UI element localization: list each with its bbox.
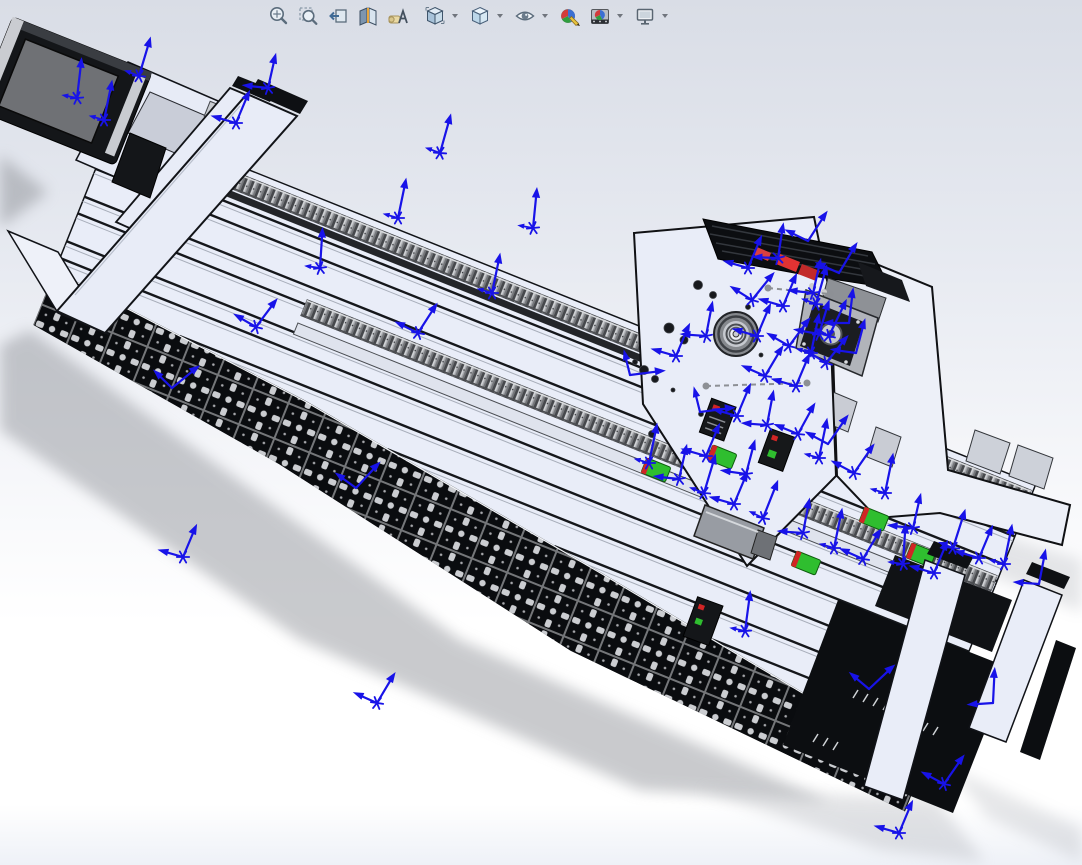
previous-view-icon	[328, 8, 347, 23]
display-style-icon	[470, 6, 489, 25]
heads-up-view-toolbar	[264, 2, 673, 29]
hide-show-items-icon	[514, 11, 535, 20]
apply-scene-icon	[590, 8, 609, 24]
display-style-button[interactable]	[466, 2, 493, 29]
view-orientation-icon	[425, 6, 444, 25]
annotation-views-button[interactable]	[384, 2, 411, 29]
view-settings-icon	[636, 8, 653, 25]
zoom-to-area-icon	[298, 6, 317, 25]
section-view-icon	[359, 6, 376, 26]
apply-scene-button[interactable]	[586, 2, 613, 29]
section-view-button[interactable]	[354, 2, 381, 29]
previous-view-button[interactable]	[324, 2, 351, 29]
dropdown-caret-icon[interactable]	[662, 13, 668, 18]
dropdown-caret-icon[interactable]	[452, 13, 458, 18]
dropdown-caret-icon[interactable]	[497, 13, 503, 18]
origin-marker[interactable]	[513, 187, 545, 237]
zoom-to-fit-button[interactable]	[264, 2, 291, 29]
hide-show-items-button[interactable]	[511, 2, 538, 29]
zoom-to-fit-icon	[269, 6, 287, 24]
assembly-model[interactable]	[0, 0, 1082, 865]
edit-appearance-button[interactable]	[556, 2, 583, 29]
origin-marker[interactable]	[424, 112, 454, 161]
origin-marker[interactable]	[382, 177, 409, 225]
edit-appearance-icon	[560, 8, 580, 26]
annotation-views-icon	[387, 7, 408, 23]
view-settings-button[interactable]	[631, 2, 658, 29]
view-orientation-button[interactable]	[421, 2, 448, 29]
dropdown-caret-icon[interactable]	[617, 13, 623, 18]
viewport-canvas[interactable]	[0, 0, 1082, 865]
zoom-to-area-button[interactable]	[294, 2, 321, 29]
dropdown-caret-icon[interactable]	[542, 13, 548, 18]
